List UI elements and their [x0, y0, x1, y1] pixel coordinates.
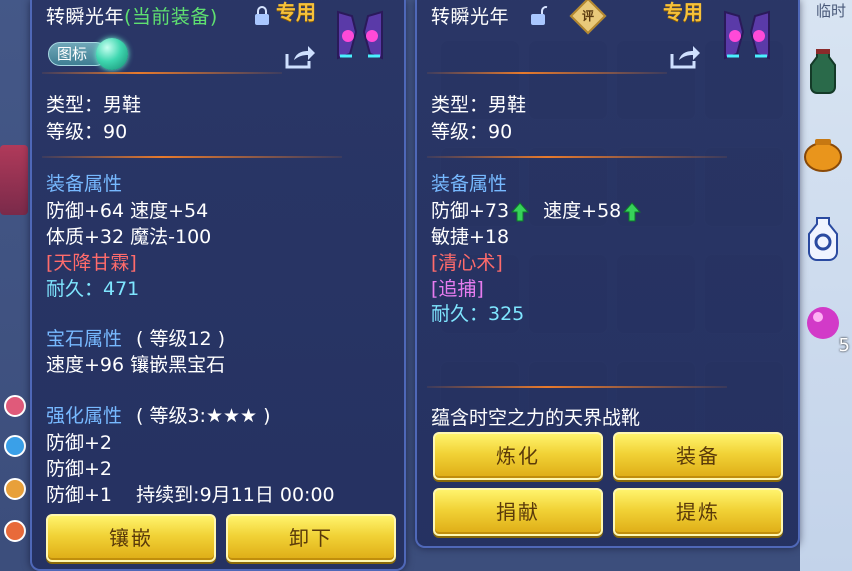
enhance-stat: 防御+2	[46, 432, 113, 454]
temporary-bag-strip: 临时 5	[800, 0, 852, 571]
durability: 耐久：471	[46, 278, 140, 300]
section-divider	[427, 72, 667, 74]
enhance-stat: 防御+2	[46, 458, 113, 480]
unequip-button[interactable]: 卸下	[226, 514, 396, 562]
item-title: 转瞬光年	[431, 2, 509, 29]
heart-icon[interactable]	[4, 395, 26, 417]
stat-line: 体质+32 魔法-100	[46, 226, 212, 248]
speed-stat: 速度+58	[543, 200, 622, 222]
enhance-stat: 防御+1 持续到:9月11日 00:00	[46, 484, 335, 506]
section-divider	[427, 386, 727, 388]
temporary-tab-label[interactable]: 临时	[816, 0, 846, 21]
orb-count: 5	[838, 335, 850, 356]
compare-item-panel: 转瞬光年 评 专用 类型：男鞋 等级：90 装备属性 防御+73 速度+58 敏…	[415, 0, 800, 548]
evaluate-icon[interactable]: 评	[569, 0, 607, 35]
special-skill: [清心术]	[431, 252, 503, 274]
section-divider	[42, 72, 282, 74]
refine-button[interactable]: 炼化	[433, 432, 603, 480]
evaluate-label: 评	[581, 9, 594, 23]
donate-button[interactable]: 捐献	[433, 488, 603, 536]
inlay-button[interactable]: 镶嵌	[46, 514, 216, 562]
gem-stat: 速度+96 镶嵌黑宝石	[46, 354, 226, 376]
character-avatar-tab[interactable]	[0, 145, 28, 215]
boots-icon	[330, 6, 390, 66]
item-level: 等级：90	[46, 121, 128, 143]
lock-icon[interactable]	[254, 6, 270, 30]
fire-icon[interactable]	[4, 520, 26, 542]
jar-item-icon[interactable]	[800, 48, 846, 94]
special-skill: [天降甘霖]	[46, 252, 137, 274]
durability: 耐久：325	[431, 303, 525, 325]
enhance-attributes-heading: 强化属性	[46, 405, 123, 427]
icon-toggle[interactable]: 图标	[48, 38, 134, 70]
item-description: 蕴含时空之力的天界战靴	[431, 407, 641, 429]
current-equipment-panel: 转瞬光年(当前装备) 专用 图标 类型：男鞋 等级：90 装备属性 防御+64 …	[30, 0, 406, 571]
share-icon[interactable]	[669, 44, 701, 74]
agility-stat: 敏捷+18	[431, 226, 510, 248]
item-type: 类型：男鞋	[46, 94, 142, 116]
item-title: 转瞬光年(当前装备)	[46, 2, 218, 29]
item-level: 等级：90	[431, 121, 513, 143]
equipped-status: (当前装备)	[124, 6, 218, 28]
extract-button[interactable]: 提炼	[613, 488, 783, 536]
golden-pot-icon[interactable]	[800, 132, 846, 178]
jade-orb-icon	[96, 38, 128, 70]
up-arrow-icon	[511, 201, 530, 221]
unlock-icon[interactable]	[530, 6, 548, 30]
porcelain-vase-icon[interactable]	[800, 215, 846, 261]
item-name: 转瞬光年	[431, 6, 510, 28]
special-effect: [追捕]	[431, 278, 484, 300]
exclusive-tag: 专用	[663, 0, 703, 24]
item-type: 类型：男鞋	[431, 94, 527, 116]
gem-level: ( 等级12 )	[136, 328, 226, 350]
equip-attributes-heading: 装备属性	[46, 173, 123, 195]
share-icon[interactable]	[284, 44, 316, 74]
stat-line: 防御+73 速度+58	[431, 196, 642, 223]
up-arrow-icon	[623, 201, 642, 221]
item-name: 转瞬光年	[46, 6, 125, 28]
info-icon[interactable]	[4, 478, 26, 500]
equip-attributes-heading: 装备属性	[431, 173, 508, 195]
boots-icon	[717, 6, 777, 66]
gem-icon[interactable]	[4, 435, 26, 457]
stat-line: 防御+64 速度+54	[46, 200, 209, 222]
gem-attributes-heading: 宝石属性	[46, 328, 123, 350]
section-divider	[42, 156, 342, 158]
exclusive-tag: 专用	[276, 0, 316, 24]
enhance-level: ( 等级3:★★★ )	[136, 405, 271, 427]
defense-stat: 防御+73	[431, 200, 510, 222]
equip-button[interactable]: 装备	[613, 432, 783, 480]
section-divider	[427, 156, 727, 158]
